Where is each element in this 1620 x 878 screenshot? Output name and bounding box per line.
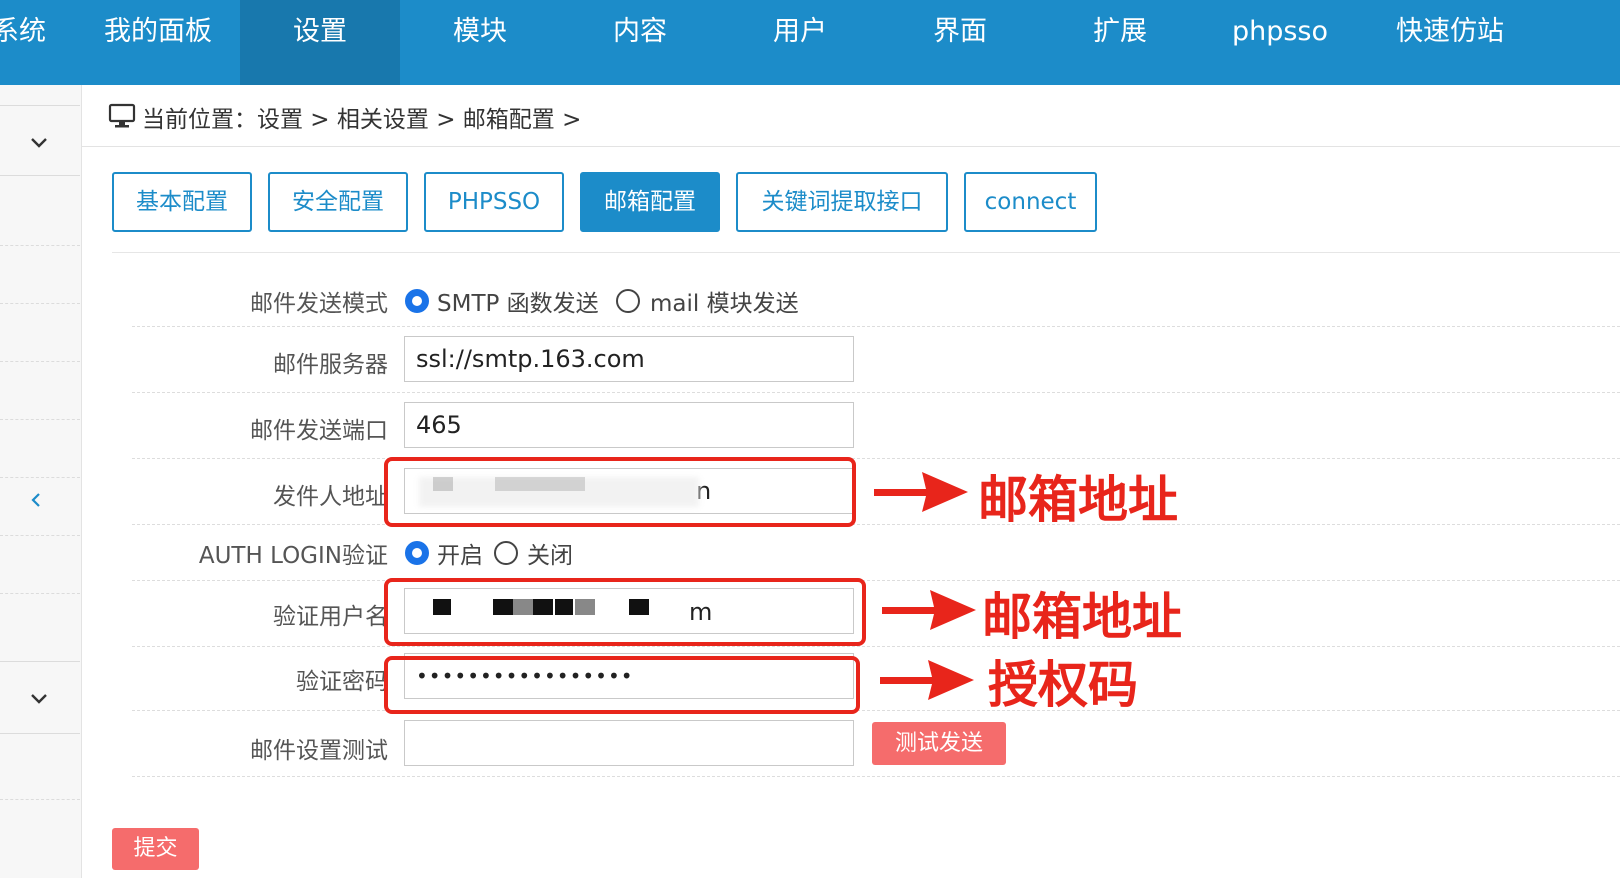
chevron-down-icon[interactable]	[28, 132, 50, 154]
breadcrumb-path[interactable]: 设置 > 相关设置 > 邮箱配置 >	[257, 107, 581, 133]
submit-button[interactable]: 提交	[112, 828, 199, 870]
breadcrumb-prefix: 当前位置：	[142, 107, 257, 133]
breadcrumb-text: 当前位置：设置 > 相关设置 > 邮箱配置 >	[142, 100, 581, 134]
annotation-box-sender	[384, 457, 856, 527]
radio-auth-off[interactable]	[494, 541, 518, 565]
auth-login-label: AUTH LOGIN验证	[198, 543, 388, 569]
nav-item-modules[interactable]: 模块	[400, 0, 560, 85]
annotation-sender-note: 邮箱地址	[978, 471, 1178, 529]
nav-item-content[interactable]: 内容	[560, 0, 720, 85]
row-divider	[132, 392, 1620, 393]
annotation-arrow-icon	[880, 660, 974, 700]
mail-mode-label: 邮件发送模式	[250, 291, 388, 317]
mail-test-input[interactable]	[404, 720, 854, 766]
tab-security-config[interactable]: 安全配置	[268, 172, 408, 232]
nav-item-phpsso[interactable]: phpsso	[1200, 0, 1360, 85]
sidebar-divider	[0, 175, 80, 176]
sidebar-divider	[0, 593, 80, 594]
sidebar-divider	[0, 105, 80, 106]
monitor-icon	[108, 103, 136, 128]
tab-connect[interactable]: connect	[964, 172, 1097, 232]
row-divider	[132, 524, 1620, 525]
radio-auth-on-label: 开启	[437, 543, 483, 569]
mail-port-label: 邮件发送端口	[250, 418, 388, 444]
tab-mail-config[interactable]: 邮箱配置	[580, 172, 720, 232]
tabs-divider	[112, 252, 1620, 253]
radio-mail-module[interactable]	[616, 289, 640, 313]
nav-item-users[interactable]: 用户	[720, 0, 880, 85]
radio-smtp-label: SMTP 函数发送	[437, 291, 599, 317]
test-send-button[interactable]: 测试发送	[872, 722, 1006, 765]
mail-port-input[interactable]: 465	[404, 402, 854, 448]
row-divider	[132, 326, 1620, 327]
auth-password-label: 验证密码	[296, 669, 388, 695]
annotation-box-password	[384, 656, 860, 714]
row-divider	[132, 776, 1620, 777]
nav-item-settings[interactable]: 设置	[240, 0, 400, 85]
mail-server-input[interactable]: ssl://smtp.163.com	[404, 336, 854, 382]
radio-mail-module-label: mail 模块发送	[650, 291, 799, 317]
row-divider	[132, 580, 1620, 581]
tab-basic-config[interactable]: 基本配置	[112, 172, 252, 232]
annotation-box-username	[384, 578, 866, 646]
radio-auth-on[interactable]	[405, 541, 429, 565]
annotation-username-note: 邮箱地址	[982, 588, 1182, 646]
annotation-password-note: 授权码	[988, 656, 1138, 714]
radio-smtp[interactable]	[405, 289, 429, 313]
nav-item-quick-clone[interactable]: 快速仿站	[1368, 0, 1532, 85]
mail-test-label: 邮件设置测试	[250, 738, 388, 764]
tab-keyword-api[interactable]: 关键词提取接口	[736, 172, 948, 232]
nav-item-interface[interactable]: 界面	[880, 0, 1040, 85]
row-divider	[132, 646, 1620, 647]
nav-item-extensions[interactable]: 扩展	[1040, 0, 1200, 85]
breadcrumb: 当前位置：设置 > 相关设置 > 邮箱配置 >	[82, 85, 1620, 147]
sender-address-label: 发件人地址	[273, 484, 388, 510]
radio-auth-off-label: 关闭	[527, 543, 573, 569]
mail-server-label: 邮件服务器	[273, 352, 388, 378]
row-divider	[132, 458, 1620, 459]
nav-item-my-panel[interactable]: 我的面板	[78, 0, 238, 85]
tab-phpsso[interactable]: PHPSSO	[424, 172, 564, 232]
auth-username-label: 验证用户名	[273, 604, 388, 630]
row-divider	[132, 710, 1620, 711]
annotation-arrow-icon	[874, 472, 968, 512]
nav-item-system[interactable]: 系统	[0, 0, 78, 85]
sidebar-divider	[0, 799, 80, 800]
sidebar-divider	[0, 245, 80, 246]
annotation-arrow-icon	[882, 590, 976, 630]
top-nav: 系统 我的面板 设置 模块 内容 用户 界面 扩展 phpsso 快速仿站	[0, 0, 1620, 85]
